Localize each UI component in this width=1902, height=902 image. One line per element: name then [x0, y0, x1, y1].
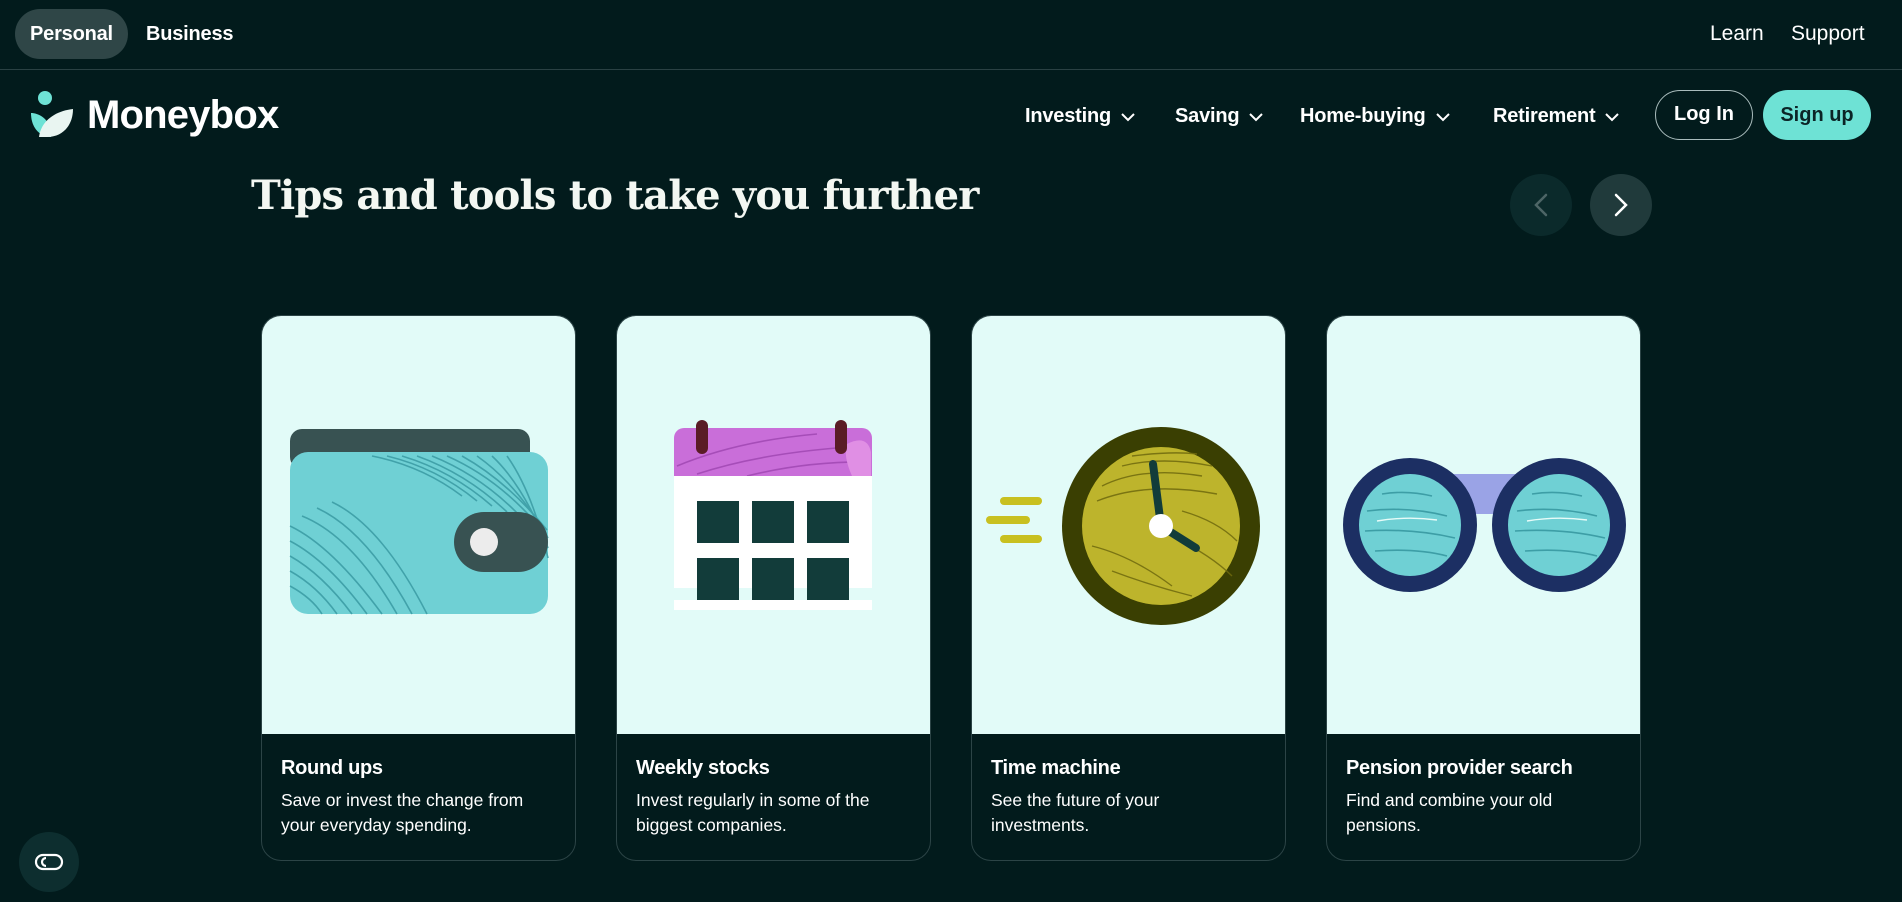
card-illustration [972, 316, 1285, 734]
nav-home-buying[interactable]: Home-buying [1300, 96, 1450, 136]
card-pension-provider-search[interactable]: Pension provider search Find and combine… [1326, 315, 1641, 861]
chevron-right-icon [1614, 193, 1628, 217]
tab-business[interactable]: Business [131, 9, 248, 59]
card-weekly-stocks[interactable]: Weekly stocks Invest regularly in some o… [616, 315, 931, 861]
chevron-left-icon [1534, 193, 1548, 217]
binoculars-icon [1343, 458, 1626, 592]
chevron-down-icon [1605, 113, 1620, 122]
section-title: Tips and tools to take you further [251, 172, 979, 219]
tab-personal[interactable]: Personal [15, 9, 128, 59]
nav-investing-label: Investing [1025, 105, 1111, 127]
learn-link[interactable]: Learn [1710, 9, 1764, 59]
moneybox-logo-icon[interactable] [29, 91, 77, 139]
card-description: See the future of your investments. [991, 790, 1160, 835]
nav-home-buying-label: Home-buying [1300, 105, 1426, 127]
card-title: Pension provider search [1346, 757, 1573, 779]
card-illustration [262, 316, 575, 734]
chat-icon [34, 853, 64, 871]
card-title: Round ups [281, 757, 383, 779]
top-bar: Personal Business Learn Support [0, 0, 1902, 70]
card-illustration [1327, 316, 1640, 734]
nav-saving-label: Saving [1175, 105, 1240, 127]
carousel-next-button[interactable] [1590, 174, 1652, 236]
card-time-machine[interactable]: Time machine See the future of your inve… [971, 315, 1286, 861]
signup-button[interactable]: Sign up [1763, 90, 1871, 140]
carousel-prev-button[interactable] [1510, 174, 1572, 236]
clock-icon [986, 427, 1260, 625]
support-link[interactable]: Support [1791, 9, 1865, 59]
nav-retirement-label: Retirement [1493, 105, 1596, 127]
card-title: Weekly stocks [636, 757, 770, 779]
card-description: Save or invest the change from your ever… [281, 790, 524, 835]
nav-retirement[interactable]: Retirement [1493, 96, 1620, 136]
chat-button[interactable] [19, 832, 79, 892]
card-title: Time machine [991, 757, 1121, 779]
chevron-down-icon [1121, 113, 1135, 122]
card-description: Find and combine your old pensions. [1346, 790, 1553, 835]
chevron-down-icon [1435, 113, 1450, 122]
brand-name[interactable]: Moneybox [87, 89, 279, 141]
nav-saving[interactable]: Saving [1175, 96, 1264, 136]
wallet-icon [289, 429, 549, 615]
nav-investing[interactable]: Investing [1025, 96, 1135, 136]
card-illustration [617, 316, 930, 734]
card-round-ups[interactable]: Round ups Save or invest the change from… [261, 315, 576, 861]
login-button[interactable]: Log In [1655, 90, 1753, 140]
calendar-icon [674, 420, 872, 610]
chevron-down-icon [1249, 113, 1264, 122]
card-description: Invest regularly in some of the biggest … [636, 790, 870, 835]
